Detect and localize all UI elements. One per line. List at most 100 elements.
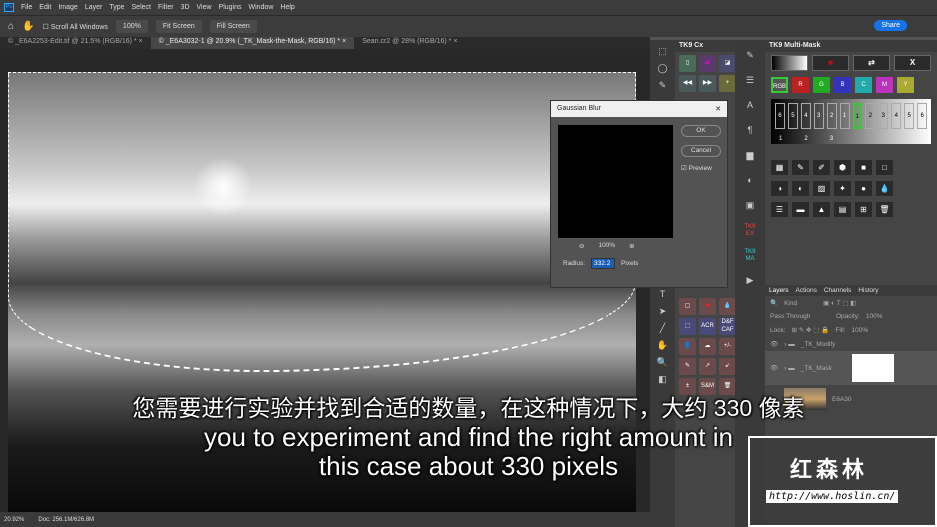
channel-m[interactable]: M bbox=[876, 77, 893, 93]
layers-icon[interactable]: ▤ bbox=[834, 202, 851, 217]
blur-preview[interactable] bbox=[558, 125, 673, 238]
level-dark-3[interactable]: 3 bbox=[813, 103, 824, 129]
circle-icon[interactable]: ● bbox=[855, 181, 872, 196]
level-light-3[interactable]: 3 bbox=[878, 103, 889, 129]
type-tool-icon[interactable]: T bbox=[657, 288, 669, 300]
kind-filter[interactable]: Kind bbox=[784, 300, 797, 307]
brush-tool-icon[interactable]: ✎ bbox=[657, 79, 669, 91]
level-light-2[interactable]: 2 bbox=[865, 103, 876, 129]
feather-icon[interactable]: ✎ bbox=[679, 358, 696, 375]
rewind-icon[interactable]: ◀◀ bbox=[679, 75, 696, 92]
level-dark-6[interactable]: 6 bbox=[775, 103, 785, 129]
menu-type[interactable]: Type bbox=[109, 4, 124, 11]
level-light-4[interactable]: 4 bbox=[891, 103, 902, 129]
paragraph-icon[interactable]: ¶ bbox=[744, 124, 756, 140]
grid-icon[interactable]: ⊞ bbox=[855, 202, 872, 217]
brush-icon[interactable]: ✎ bbox=[792, 160, 809, 175]
weather-icon[interactable]: ☁ bbox=[699, 338, 716, 355]
channel-y[interactable]: Y bbox=[897, 77, 914, 93]
ok-button[interactable]: OK bbox=[681, 125, 721, 137]
level-light-6[interactable]: 6 bbox=[917, 103, 928, 129]
tab-doc-2[interactable]: © _E6A3032-1 @ 20.9% (_TK_Mask-the-Mask,… bbox=[150, 37, 355, 49]
menu-view[interactable]: View bbox=[197, 4, 212, 11]
character-icon[interactable]: A bbox=[744, 99, 756, 115]
eye-icon[interactable]: 👁 bbox=[770, 364, 778, 372]
level-dark-5[interactable]: 5 bbox=[787, 103, 798, 129]
acr-button[interactable]: ACR bbox=[699, 318, 716, 335]
swap-button[interactable]: ⇄ bbox=[853, 55, 890, 71]
menu-edit[interactable]: Edit bbox=[39, 4, 51, 11]
black-square-icon[interactable]: ■ bbox=[855, 160, 872, 175]
hexagon-icon[interactable]: ⬢ bbox=[834, 160, 851, 175]
half-icon[interactable]: ◐ bbox=[792, 181, 809, 196]
adjustments-icon[interactable]: ◐ bbox=[744, 174, 756, 190]
tk9-ma-icon[interactable]: TK9 MA bbox=[744, 249, 756, 265]
fill-screen-button[interactable]: Fill Screen bbox=[209, 20, 257, 33]
texture-icon[interactable]: ▦ bbox=[771, 160, 788, 175]
menu-layer[interactable]: Layer bbox=[85, 4, 103, 11]
brush-settings-icon[interactable]: ✎ bbox=[744, 49, 756, 65]
swap-icon[interactable]: ⇄ bbox=[699, 55, 716, 72]
tk9-ex-icon[interactable]: TK9 EX bbox=[744, 224, 756, 240]
plus-icon[interactable]: + bbox=[719, 75, 736, 92]
channel-g[interactable]: G bbox=[813, 77, 830, 93]
zoom-in-icon[interactable]: ⊕ bbox=[629, 242, 634, 250]
menu-3d[interactable]: 3D bbox=[181, 4, 190, 11]
properties-icon[interactable]: ☰ bbox=[744, 74, 756, 90]
close-icon[interactable]: ✕ bbox=[715, 105, 721, 113]
level-light-1[interactable]: 1 bbox=[852, 103, 863, 129]
menu-filter[interactable]: Filter bbox=[158, 4, 174, 11]
lock-icons[interactable]: ⊞ ✎ ✥ ⬚ 🔒 bbox=[792, 326, 830, 334]
libraries-icon[interactable]: ▣ bbox=[744, 199, 756, 215]
level-dark-4[interactable]: 4 bbox=[800, 103, 811, 129]
expand-icon[interactable]: ↗ bbox=[699, 358, 716, 375]
close-x-button[interactable]: X bbox=[894, 55, 931, 71]
channels-icon[interactable]: ◪ bbox=[719, 55, 736, 72]
channel-rgb[interactable]: RGB bbox=[771, 77, 788, 93]
tab-history[interactable]: History bbox=[858, 287, 878, 294]
fill-value[interactable]: 100% bbox=[851, 327, 868, 334]
level-light-5[interactable]: 5 bbox=[904, 103, 915, 129]
marquee-tool-icon[interactable]: ⬚ bbox=[657, 45, 669, 57]
color-icon[interactable]: ▨ bbox=[813, 181, 830, 196]
menu-plugins[interactable]: Plugins bbox=[219, 4, 242, 11]
new-doc-icon[interactable]: ▯ bbox=[679, 55, 696, 72]
white-square-icon[interactable]: □ bbox=[876, 160, 893, 175]
zoom-tool-icon[interactable]: 🔍 bbox=[657, 356, 669, 368]
folder-icon[interactable]: ▬ bbox=[792, 202, 809, 217]
drop-icon[interactable]: 💧 bbox=[876, 181, 893, 196]
zoom-level[interactable]: 20.92% bbox=[4, 517, 24, 523]
cancel-button[interactable]: Cancel bbox=[681, 145, 721, 157]
layer-row[interactable]: 👁 › ▬ _TK_Mask bbox=[765, 351, 937, 385]
blend-mode-select[interactable]: Pass Through bbox=[770, 313, 830, 320]
filter-icons[interactable]: ▣ ◐ T ⬚ ◧ bbox=[823, 299, 856, 307]
menu-image[interactable]: Image bbox=[58, 4, 77, 11]
tab-layers[interactable]: Layers bbox=[769, 287, 789, 294]
channel-c[interactable]: C bbox=[855, 77, 872, 93]
wand-icon[interactable]: ✦ bbox=[834, 181, 851, 196]
layer-row[interactable]: 👁 › ▬ _TK_Modify bbox=[765, 337, 937, 351]
play-icon[interactable]: ▶ bbox=[744, 274, 756, 290]
adjust-selection-button[interactable]: ± bbox=[679, 378, 696, 395]
red-mask-button[interactable]: ■ bbox=[812, 55, 849, 71]
df-caf-button[interactable]: D&F CAF bbox=[719, 318, 736, 335]
plus-minus-button[interactable]: +/- bbox=[719, 338, 736, 355]
tab-actions[interactable]: Actions bbox=[796, 287, 817, 294]
drop-icon[interactable]: 💧 bbox=[719, 298, 736, 315]
zoom-100-button[interactable]: 100% bbox=[115, 20, 148, 33]
zone-2[interactable]: 2 bbox=[796, 136, 815, 142]
selection-button[interactable]: ⬚ bbox=[679, 318, 696, 335]
sm-button[interactable]: S&M bbox=[699, 378, 716, 395]
blend-icon[interactable]: ◑ bbox=[771, 181, 788, 196]
share-button[interactable]: Share bbox=[874, 20, 907, 31]
zone-3[interactable]: 3 bbox=[822, 136, 841, 142]
level-dark-2[interactable]: 2 bbox=[826, 103, 837, 129]
hand-tool-icon[interactable]: ✋ bbox=[657, 339, 669, 351]
mask-button[interactable]: ▢ bbox=[679, 298, 696, 315]
glyphs-icon[interactable]: ▆ bbox=[744, 149, 756, 165]
tab-channels[interactable]: Channels bbox=[824, 287, 851, 294]
zone-1[interactable]: 1 bbox=[771, 136, 790, 142]
list-icon[interactable]: ☰ bbox=[771, 202, 788, 217]
channel-b[interactable]: B bbox=[834, 77, 851, 93]
color-swatches-icon[interactable]: ◧ bbox=[657, 373, 669, 385]
